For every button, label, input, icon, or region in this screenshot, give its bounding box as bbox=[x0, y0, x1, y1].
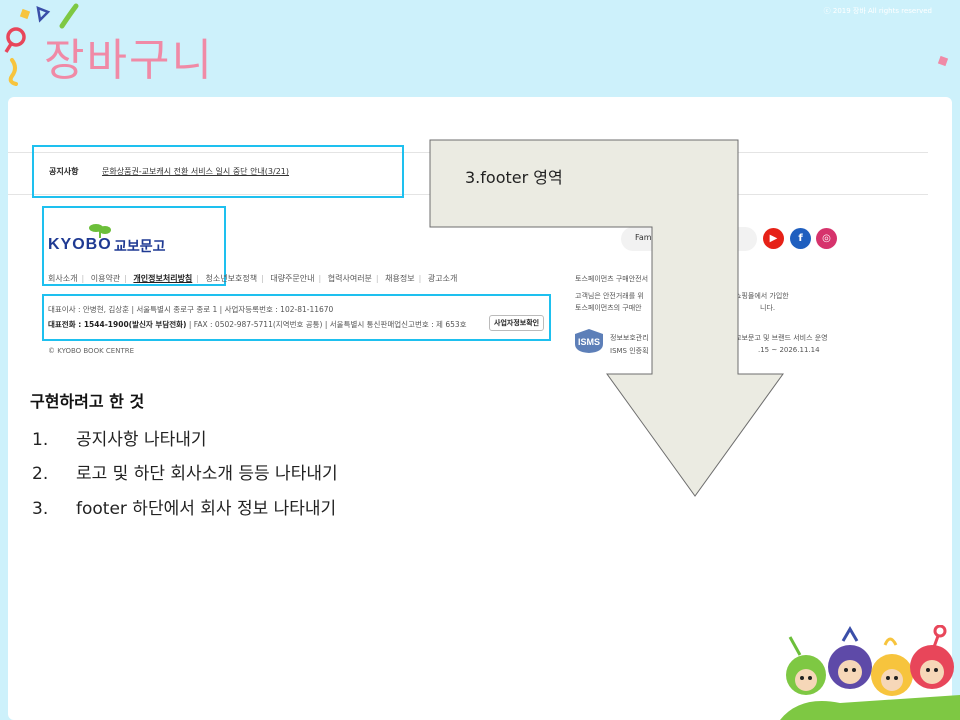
description-item: 3. footer 하단에서 회사 정보 나타내기 bbox=[32, 494, 336, 519]
item-text: 로고 및 하단 회사소개 등등 나타내기 bbox=[76, 464, 338, 484]
teletubbies-illustration bbox=[780, 625, 960, 720]
item-text: 공지사항 나타내기 bbox=[76, 430, 207, 450]
bent-arrow-shape bbox=[429, 139, 784, 497]
description-title: 구현하려고 한 것 bbox=[30, 392, 145, 411]
item-number: 3. bbox=[32, 499, 49, 519]
description-item: 2. 로고 및 하단 회사소개 등등 나타내기 bbox=[32, 459, 338, 484]
annotation-label: 3.footer 영역 bbox=[465, 168, 563, 187]
item-text: footer 하단에서 회사 정보 나타내기 bbox=[76, 499, 337, 519]
item-number: 2. bbox=[32, 464, 49, 484]
item-number: 1. bbox=[32, 430, 49, 450]
description-item: 1. 공지사항 나타내기 bbox=[32, 425, 207, 450]
